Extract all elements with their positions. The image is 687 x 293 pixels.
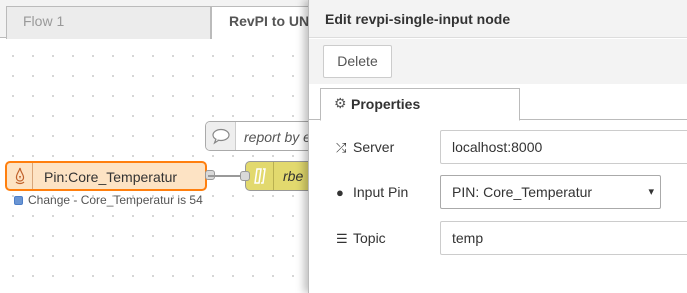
input-pin-label: ● Input Pin [336,184,408,200]
topic-label-text: Topic [353,230,386,246]
status-dot-icon [14,196,23,205]
rbe-node[interactable]: rbe [240,161,315,191]
comment-node-label: report by e [244,129,311,145]
circle-icon: ● [336,185,344,200]
topic-label: ☰ Topic [336,230,386,247]
node-status: Change - Core_Temperatur is 54 [14,193,203,207]
input-pin-select[interactable]: PIN: Core_Temperatur ▾ [440,175,661,209]
edit-tray: Edit revpi-single-input node Delete ⚙ Pr… [308,0,687,293]
tray-header: Edit revpi-single-input node [309,0,687,38]
rbe-node-label: rbe [283,168,304,184]
node-status-text: Change - Core_Temperatur is 54 [28,193,203,207]
server-row: ⤮ Server localhost:8000 [309,130,687,164]
tray-title: Edit revpi-single-input node [325,11,511,27]
tray-tab-bar: ⚙ Properties [309,84,687,121]
tasks-icon: ☰ [336,231,348,246]
properties-tab-label: Properties [351,96,421,112]
server-label: ⤮ Server [336,139,394,156]
delete-button[interactable]: Delete [323,45,392,78]
server-label-text: Server [353,139,395,155]
revpi-flame-icon [7,163,33,189]
server-select[interactable]: localhost:8000 [440,130,687,164]
input-node-label: Pin:Core_Temperatur [44,169,178,185]
input-pin-label-text: Input Pin [353,184,409,200]
chevron-down-icon: ▾ [648,186,654,198]
rbe-icon [246,162,274,190]
topic-input[interactable]: temp [440,221,687,255]
tray-toolbar: Delete [309,39,687,84]
topic-row: ☰ Topic temp [309,221,687,255]
input-pin-row: ● Input Pin PIN: Core_Temperatur ▾ [309,175,687,209]
revpi-single-input-node[interactable]: Pin:Core_Temperatur [5,161,215,191]
comment-icon [206,122,236,150]
tab-properties[interactable]: ⚙ Properties [320,88,520,121]
random-icon: ⤮ [336,140,347,155]
tab-flow-1[interactable]: Flow 1 [6,6,211,39]
input-pin-value: PIN: Core_Temperatur [452,184,593,200]
gear-icon: ⚙ [334,95,347,111]
